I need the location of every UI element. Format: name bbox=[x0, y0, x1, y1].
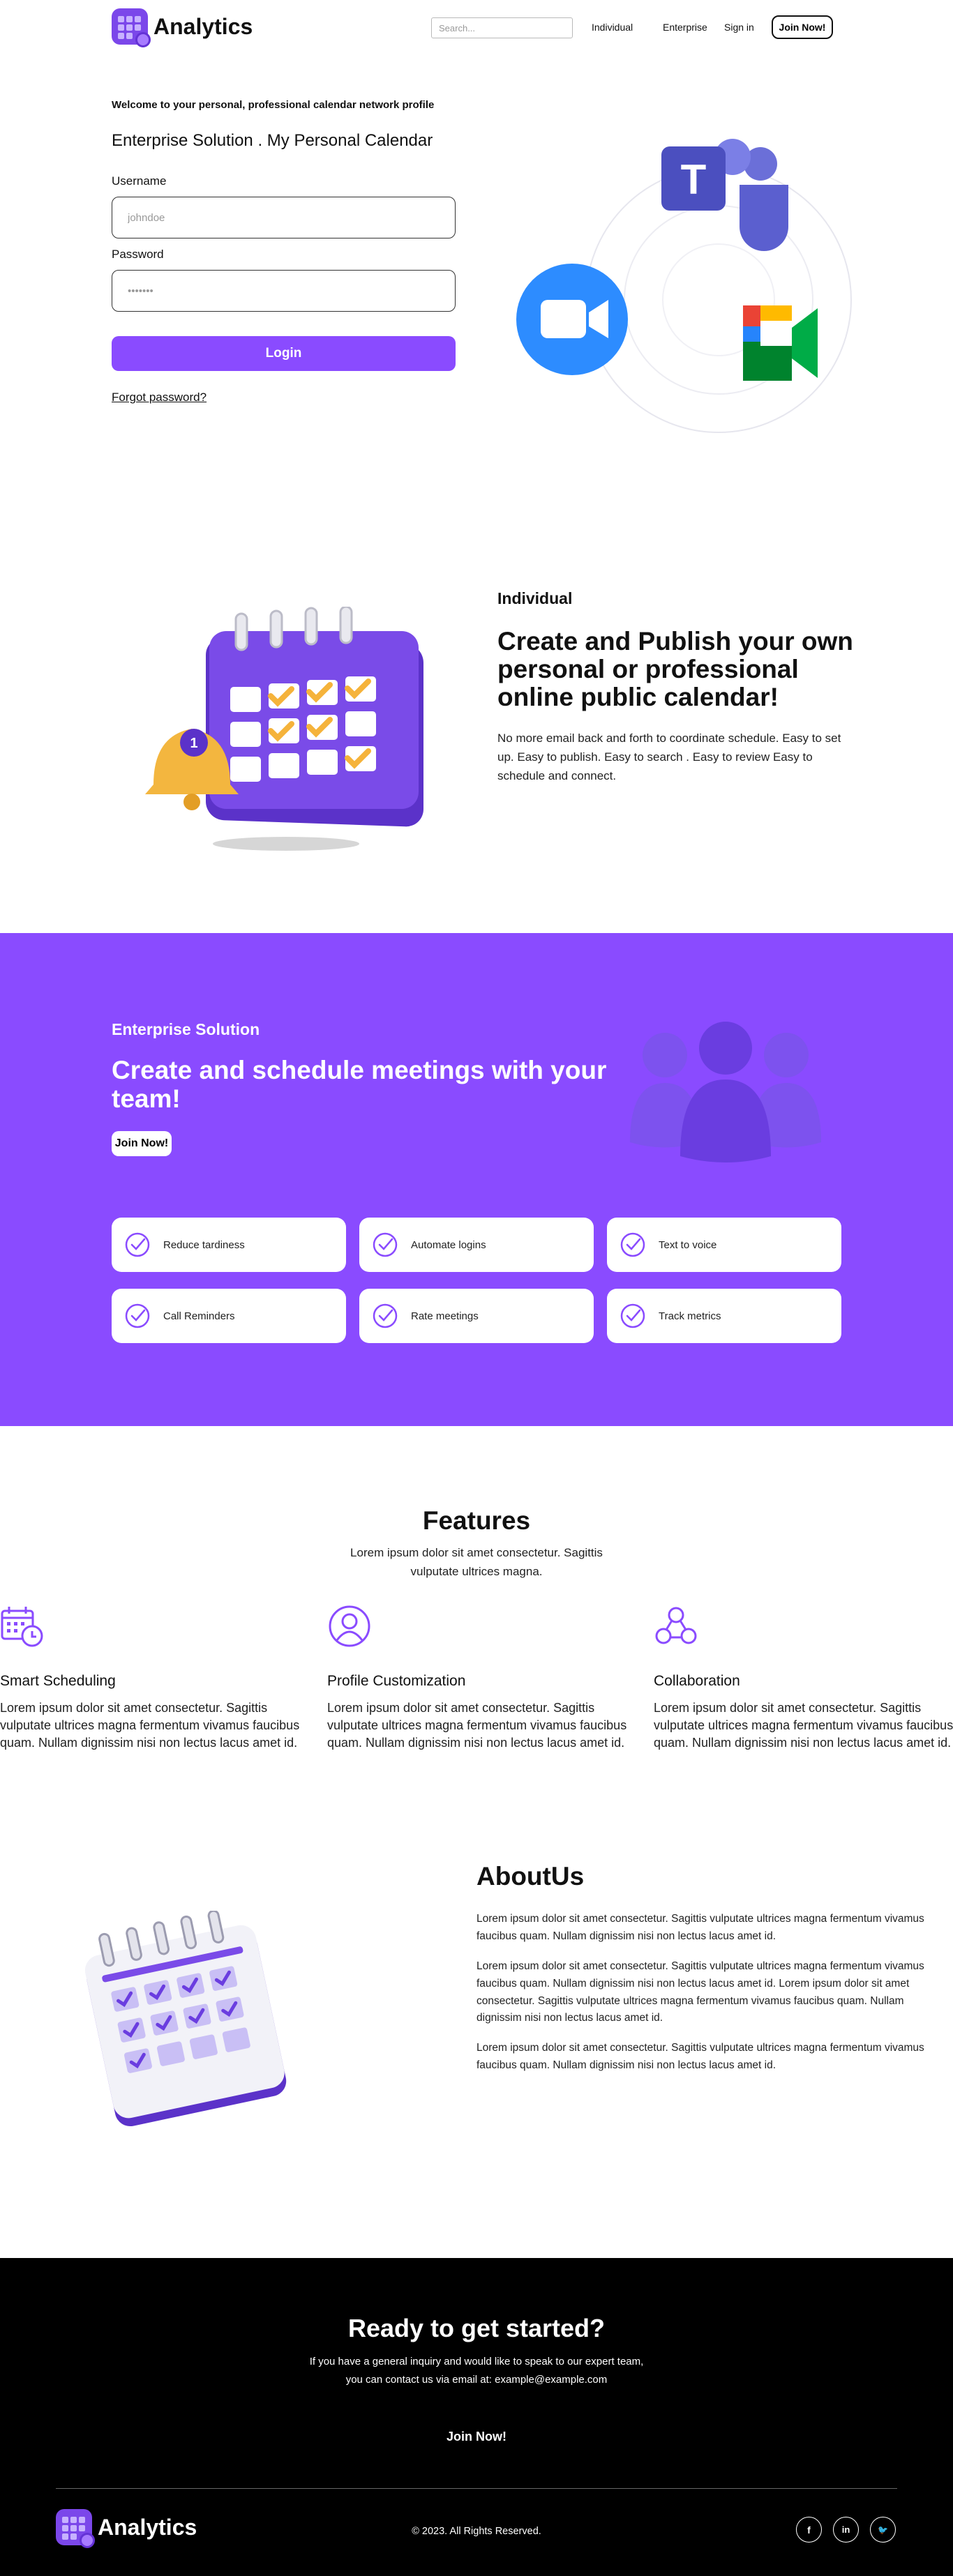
features-title: Features bbox=[422, 1506, 531, 1535]
card-label: Track metrics bbox=[659, 1310, 721, 1322]
logo-calendar-icon bbox=[112, 8, 151, 47]
zoom-icon bbox=[516, 264, 628, 375]
google-meet-icon bbox=[743, 305, 818, 381]
cta-text-line: If you have a general inquiry and would … bbox=[309, 2356, 644, 2367]
login-subtitle: Enterprise Solution . My Personal Calend… bbox=[112, 131, 433, 150]
forgot-password-link[interactable]: Forgot password? bbox=[112, 391, 207, 404]
user-circle-icon bbox=[329, 1605, 370, 1647]
feature-name: Collaboration bbox=[654, 1673, 740, 1689]
enterprise-section: Enterprise Solution Create and schedule … bbox=[0, 933, 953, 1426]
check-circle-icon bbox=[125, 1303, 150, 1328]
feature-card-reduce-tardiness: Reduce tardiness bbox=[112, 1218, 346, 1272]
linkedin-icon[interactable]: in bbox=[833, 2517, 859, 2543]
individual-title: Create and Publish your own personal or … bbox=[497, 627, 853, 711]
collaboration-icon bbox=[655, 1607, 697, 1644]
check-circle-icon bbox=[620, 1232, 645, 1257]
individual-text: No more email back and forth to coordina… bbox=[497, 732, 841, 783]
svg-text:1: 1 bbox=[190, 736, 197, 751]
team-people-icon bbox=[630, 1022, 821, 1162]
password-field[interactable] bbox=[112, 270, 456, 312]
features-subtitle: Lorem ipsum dolor sit amet consectetur. … bbox=[350, 1546, 603, 1579]
footer-join-button[interactable]: Join Now! bbox=[442, 2424, 511, 2449]
about-paragraph: Lorem ipsum dolor sit amet consectetur. … bbox=[476, 1960, 924, 2024]
feature-collaboration: Collaboration Lorem ipsum dolor sit amet… bbox=[654, 1604, 953, 1752]
enterprise-title: Create and schedule meetings with your t… bbox=[112, 1056, 607, 1113]
feature-name: Profile Customization bbox=[327, 1673, 466, 1689]
svg-text:T: T bbox=[681, 156, 707, 203]
nav-sign-in[interactable]: Sign in bbox=[724, 22, 754, 33]
site-header: Analytics Individual Enterprise Sign in … bbox=[0, 0, 953, 56]
login-button[interactable]: Login bbox=[112, 336, 456, 371]
welcome-heading: Welcome to your personal, professional c… bbox=[112, 99, 435, 111]
check-circle-icon bbox=[125, 1232, 150, 1257]
calendar-checklist-illustration bbox=[84, 1911, 287, 2127]
cta-title: Ready to get started? bbox=[347, 2314, 606, 2342]
card-label: Rate meetings bbox=[411, 1310, 479, 1322]
feature-card-rate-meetings: Rate meetings bbox=[359, 1289, 594, 1343]
card-label: Call Reminders bbox=[163, 1310, 235, 1322]
card-label: Automate logins bbox=[411, 1238, 486, 1251]
nav-individual[interactable]: Individual bbox=[592, 22, 633, 33]
enterprise-join-button[interactable]: Join Now! bbox=[112, 1131, 172, 1156]
cta-text: If you have a general inquiry and would … bbox=[267, 2353, 686, 2390]
feature-card-track-metrics: Track metrics bbox=[607, 1289, 841, 1343]
about-paragraph: Lorem ipsum dolor sit amet consectetur. … bbox=[476, 2042, 924, 2071]
feature-card-text-to-voice: Text to voice bbox=[607, 1218, 841, 1272]
calendar-clock-icon bbox=[1, 1607, 43, 1647]
twitter-icon[interactable]: 🐦 bbox=[870, 2517, 896, 2543]
card-label: Reduce tardiness bbox=[163, 1238, 245, 1251]
username-field[interactable] bbox=[112, 197, 456, 238]
feature-profile-customization: Profile Customization Lorem ipsum dolor … bbox=[327, 1604, 627, 1752]
brand-logo[interactable]: Analytics bbox=[112, 8, 253, 47]
feature-smart-scheduling: Smart Scheduling Lorem ipsum dolor sit a… bbox=[0, 1604, 300, 1752]
meeting-apps-illustration: T bbox=[516, 139, 852, 433]
password-label: Password bbox=[112, 248, 164, 261]
check-circle-icon bbox=[620, 1303, 645, 1328]
feature-card-call-reminders: Call Reminders bbox=[112, 1289, 346, 1343]
nav-enterprise[interactable]: Enterprise bbox=[663, 22, 707, 33]
calendar-bell-illustration: 1 bbox=[145, 607, 423, 851]
cta-text-line: you can contact us via email at: example… bbox=[345, 2374, 608, 2386]
feature-description: Lorem ipsum dolor sit amet consectetur. … bbox=[654, 1701, 953, 1750]
header-join-button[interactable]: Join Now! bbox=[772, 15, 833, 39]
check-circle-icon bbox=[373, 1303, 398, 1328]
username-label: Username bbox=[112, 174, 167, 188]
teams-icon: T bbox=[661, 139, 788, 251]
site-footer: Ready to get started? If you have a gene… bbox=[0, 2258, 953, 2576]
about-title: AboutUs bbox=[476, 1862, 585, 1891]
footer-divider bbox=[56, 2488, 897, 2489]
feature-description: Lorem ipsum dolor sit amet consectetur. … bbox=[0, 1701, 300, 1750]
feature-card-automate-logins: Automate logins bbox=[359, 1218, 594, 1272]
feature-name: Smart Scheduling bbox=[0, 1673, 116, 1689]
card-label: Text to voice bbox=[659, 1238, 717, 1251]
feature-description: Lorem ipsum dolor sit amet consectetur. … bbox=[327, 1701, 627, 1750]
enterprise-label: Enterprise Solution bbox=[112, 1020, 260, 1038]
search-input[interactable] bbox=[431, 17, 573, 38]
individual-label: Individual bbox=[497, 589, 573, 607]
about-paragraph: Lorem ipsum dolor sit amet consectetur. … bbox=[476, 1913, 924, 1942]
facebook-icon[interactable]: f bbox=[796, 2517, 822, 2543]
brand-name: Analytics bbox=[153, 13, 253, 39]
check-circle-icon bbox=[373, 1232, 398, 1257]
